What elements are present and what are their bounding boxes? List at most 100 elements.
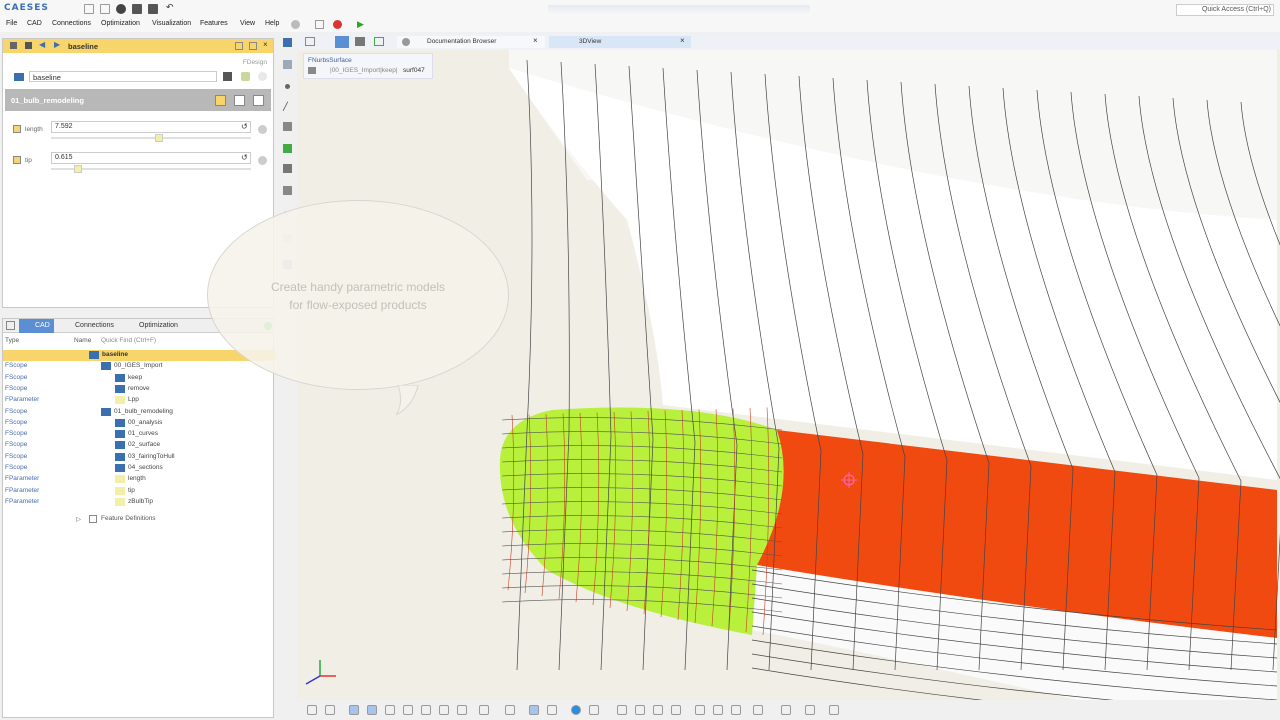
3d-viewport[interactable] <box>297 50 1280 700</box>
pin-icon[interactable] <box>235 42 243 50</box>
tree-row[interactable]: FParameter length <box>3 474 275 485</box>
pin-icon[interactable] <box>6 321 15 330</box>
feature-definitions[interactable]: Feature Definitions <box>101 515 156 522</box>
tree-row[interactable]: FScope 01_curves <box>3 429 275 440</box>
stop-square-icon[interactable] <box>25 42 32 49</box>
lock-icon[interactable] <box>241 72 250 81</box>
view-icon[interactable] <box>234 95 245 106</box>
layer-icon[interactable] <box>283 186 292 195</box>
move-icon[interactable] <box>653 705 663 715</box>
zoom-fit-icon[interactable] <box>307 705 317 715</box>
tree-row[interactable]: FScope 02_surface <box>3 440 275 451</box>
close-icon[interactable]: × <box>263 40 268 49</box>
info-icon[interactable] <box>571 705 581 715</box>
tab-connections[interactable]: Connections <box>59 319 118 333</box>
forward-icon[interactable]: ▶ <box>54 40 60 49</box>
help-icon[interactable] <box>258 125 267 134</box>
edit-icon[interactable] <box>253 95 264 106</box>
help-icon[interactable] <box>258 156 267 165</box>
tree-row[interactable]: FScope 03_fairingToHull <box>3 452 275 463</box>
menu-optimization[interactable]: Optimization <box>101 20 140 27</box>
pen-icon[interactable] <box>439 705 449 715</box>
pencil-icon[interactable] <box>367 705 377 715</box>
grid-icon[interactable] <box>305 37 315 46</box>
search-icon[interactable] <box>829 705 839 715</box>
panel-menu-icon[interactable] <box>10 42 17 49</box>
undo-icon[interactable]: ↶ <box>166 2 176 12</box>
tab-3dview[interactable]: 3DView <box>549 36 691 48</box>
screen-icon[interactable] <box>355 37 365 46</box>
tree-root[interactable]: baseline <box>3 350 275 362</box>
tree-row[interactable]: FScope 04_sections <box>3 463 275 474</box>
tree-row[interactable]: FParameter zBulbTip <box>3 497 275 508</box>
help-icon[interactable] <box>291 20 300 29</box>
curve-icon[interactable]: ╱ <box>283 102 292 111</box>
grid-icon[interactable] <box>505 705 515 715</box>
run-icon[interactable]: ▶ <box>357 19 364 30</box>
cursor-icon[interactable] <box>529 705 539 715</box>
select-mode-icon[interactable] <box>283 60 292 69</box>
tree-row[interactable]: FParameter Lpp <box>3 395 275 406</box>
mirror-icon[interactable] <box>713 705 723 715</box>
record-icon[interactable] <box>116 4 126 14</box>
menu-features[interactable]: Features <box>200 20 228 27</box>
open-file-icon[interactable] <box>100 4 110 14</box>
cube-icon[interactable] <box>385 705 395 715</box>
tree-row[interactable]: FParameter tip <box>3 486 275 497</box>
view-icon[interactable] <box>283 38 292 47</box>
console-icon[interactable] <box>315 20 324 29</box>
tree-row[interactable]: FScope 00_IGES_Import <box>3 361 275 372</box>
new-file-icon[interactable] <box>84 4 94 14</box>
tree-row[interactable]: FScope 00_analysis <box>3 418 275 429</box>
float-icon[interactable] <box>249 42 257 50</box>
tab-documentation-browser[interactable]: Documentation Browser <box>397 36 545 48</box>
reset-icon[interactable]: ↺ <box>241 122 248 131</box>
gear-icon[interactable] <box>635 705 645 715</box>
delete-icon[interactable] <box>479 705 489 715</box>
tree-row[interactable]: FScope keep <box>3 373 275 384</box>
align-icon[interactable] <box>695 705 705 715</box>
point-icon[interactable] <box>285 84 290 89</box>
table-icon[interactable] <box>805 705 815 715</box>
close-tab-icon[interactable]: × <box>533 36 538 45</box>
menu-connections[interactable]: Connections <box>52 20 91 27</box>
tab-optimization[interactable]: Optimization <box>123 319 182 333</box>
solid-icon[interactable] <box>283 164 292 173</box>
menu-help[interactable]: Help <box>265 20 279 27</box>
save-icon[interactable] <box>132 4 142 14</box>
green-surface-icon[interactable] <box>283 144 292 153</box>
param-slider-knob[interactable] <box>74 165 83 173</box>
param-slider-knob[interactable] <box>154 134 163 142</box>
tab-cad[interactable]: CAD <box>19 319 54 333</box>
design-name-field[interactable]: baseline <box>29 71 217 82</box>
reset-icon[interactable]: ↺ <box>241 153 248 162</box>
select-icon[interactable] <box>215 95 226 106</box>
menu-cad[interactable]: CAD <box>27 20 42 27</box>
select-icon[interactable] <box>349 705 359 715</box>
snap-icon[interactable] <box>731 705 741 715</box>
play-box-icon[interactable] <box>374 37 384 46</box>
angle-icon[interactable] <box>547 705 557 715</box>
hull-render[interactable] <box>297 50 1280 700</box>
menu-visualization[interactable]: Visualization <box>152 20 191 27</box>
param-slider[interactable] <box>51 137 251 139</box>
close-tab-icon[interactable]: × <box>680 36 685 45</box>
lock-icon[interactable] <box>589 705 599 715</box>
camera-icon[interactable] <box>781 705 791 715</box>
tree-row[interactable]: FScope remove <box>3 384 275 395</box>
surface-icon[interactable] <box>283 122 292 131</box>
tree-row[interactable]: FScope 01_bulb_remodeling <box>3 407 275 418</box>
param-checkbox[interactable] <box>13 125 21 133</box>
menu-view[interactable]: View <box>240 20 255 27</box>
menu-file[interactable]: File <box>6 20 17 27</box>
target-icon[interactable] <box>325 705 335 715</box>
green-cube-icon[interactable] <box>403 705 413 715</box>
param-value-field[interactable]: 0.615 <box>51 152 251 164</box>
quick-access-input[interactable]: Quick Access (Ctrl+Q) <box>1176 4 1274 16</box>
tilt-icon[interactable] <box>421 705 431 715</box>
stop-icon[interactable] <box>333 20 342 29</box>
rotate-icon[interactable] <box>617 705 627 715</box>
quick-find-input[interactable]: Quick Find (Ctrl+F) <box>101 337 156 344</box>
back-icon[interactable]: ◀ <box>39 40 45 49</box>
save-as-icon[interactable] <box>148 4 158 14</box>
